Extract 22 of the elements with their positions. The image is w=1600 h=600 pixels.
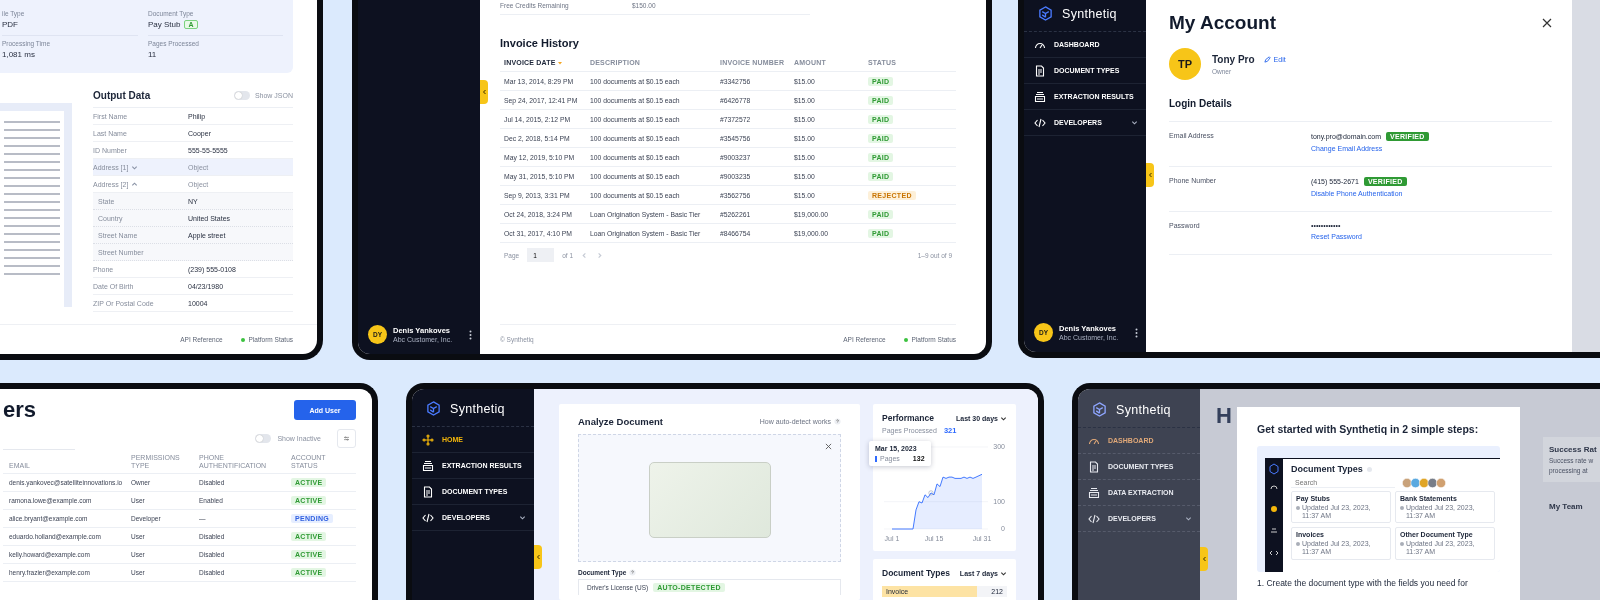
step-text: 1. Create the document type with the fields you need for <box>1257 578 1469 588</box>
field-value: 11 <box>148 50 157 59</box>
card-title: Analyze Document <box>578 416 663 427</box>
preview-title: Document Types <box>1291 464 1363 474</box>
brand-name: Synthetiq <box>450 401 505 416</box>
page-title: ers <box>3 397 37 423</box>
card-title: Document Types <box>882 568 950 578</box>
section-title: Invoice History <box>500 37 580 49</box>
avatar: TP <box>1169 48 1201 80</box>
field-value: Pay Stub <box>148 20 181 29</box>
brand-name: Synthetiq <box>1116 402 1171 417</box>
card-title: My Team <box>1548 501 1584 513</box>
field-value: 1,081 ms <box>2 50 35 59</box>
field-value: PDF <box>2 20 18 29</box>
section-title: Output Data <box>93 89 151 101</box>
page-title: My Account <box>1169 12 1276 34</box>
section-title: Login Details <box>1169 98 1233 109</box>
user-name: Tony Pro <box>1212 53 1255 65</box>
card-title: Success Rat <box>1549 445 1598 454</box>
modal-title: Get started with Synthetiq in 2 simple steps: <box>1257 423 1480 435</box>
card-title: Performance <box>882 413 934 423</box>
brand-name: Synthetiq <box>1062 6 1117 21</box>
